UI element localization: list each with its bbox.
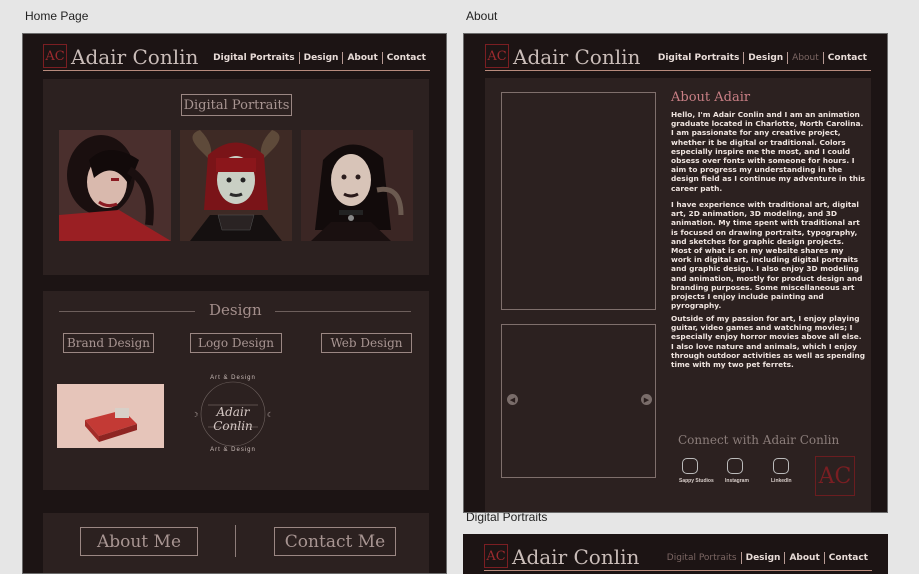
portraits-section: Digital Portraits	[43, 79, 429, 275]
portrait-thumbnail-3[interactable]	[301, 130, 413, 241]
linkedin-icon[interactable]	[773, 458, 789, 474]
logo-design-button[interactable]: Logo Design	[190, 333, 282, 353]
design-rule-left	[59, 311, 195, 312]
nav-contact[interactable]: Contact	[824, 53, 871, 63]
social-label-instagram: Instagram	[725, 478, 749, 484]
artboard-label-home: Home Page	[25, 9, 89, 23]
nav-about[interactable]: About	[785, 553, 823, 563]
header-divider	[484, 570, 872, 571]
logo-bottom-text: Art & Design	[210, 447, 256, 453]
home-page-frame[interactable]: AC Adair Conlin Digital Portraits Design…	[22, 33, 447, 574]
brand-name[interactable]: Adair Conlin	[71, 45, 198, 69]
cta-section: About Me Contact Me	[43, 513, 429, 573]
about-me-button[interactable]: About Me	[80, 527, 198, 556]
about-content: ◀ ▶ About Adair Hello, I'm Adair Conlin …	[485, 78, 871, 512]
portrait-thumbnail-2[interactable]	[180, 130, 292, 241]
connect-heading: Connect with Adair Conlin	[678, 433, 840, 447]
sappy-studios-icon[interactable]	[682, 458, 698, 474]
logo-top-text: Art & Design	[210, 375, 256, 381]
carousel-prev-icon[interactable]: ◀	[507, 394, 518, 405]
nav-about[interactable]: About	[343, 53, 381, 63]
design-section: Design Brand Design Logo Design Web Desi…	[43, 291, 429, 490]
about-page-frame[interactable]: AC Adair Conlin Digital Portraits Design…	[463, 33, 888, 513]
nav-design[interactable]: Design	[744, 53, 787, 63]
photo-carousel	[501, 324, 656, 478]
nav-contact[interactable]: Contact	[383, 53, 430, 63]
logo-icon[interactable]: AC	[484, 544, 508, 568]
cta-divider	[235, 525, 236, 557]
web-design-button[interactable]: Web Design	[321, 333, 412, 353]
about-header: AC Adair Conlin Digital Portraits Design…	[464, 34, 887, 76]
portrait-thumbnail-1[interactable]	[59, 130, 171, 241]
logo-name-line-1: Adair	[216, 405, 250, 419]
nav-design[interactable]: Design	[300, 53, 343, 63]
logo-icon[interactable]: AC	[485, 44, 509, 68]
signature-logo-icon: AC	[815, 456, 855, 496]
header-divider	[43, 70, 430, 71]
social-label-sappy: Sappy Studios	[679, 478, 714, 484]
logo-icon[interactable]: AC	[43, 44, 67, 68]
brand-name[interactable]: Adair Conlin	[513, 45, 640, 69]
nav-contact[interactable]: Contact	[825, 553, 872, 563]
logo-design-thumbnail[interactable]: ☽ ☾ Art & Design Adair Conlin Art & Desi…	[188, 369, 278, 459]
portraits-title[interactable]: Digital Portraits	[181, 94, 292, 116]
nav-digital-portraits[interactable]: Digital Portraits	[663, 553, 741, 563]
brand-design-button[interactable]: Brand Design	[63, 333, 154, 353]
logo-name-line-2: Conlin	[213, 419, 253, 433]
nav-design[interactable]: Design	[742, 553, 785, 563]
about-paragraph-2: I have experience with traditional art, …	[671, 200, 863, 311]
about-nav: Digital Portraits Design About Contact	[654, 52, 871, 64]
social-label-linkedin: LinkedIn	[771, 478, 792, 484]
design-rule-right	[275, 311, 411, 312]
brand-name[interactable]: Adair Conlin	[512, 545, 639, 569]
about-paragraph-3: Outside of my passion for art, I enjoy p…	[671, 314, 866, 370]
artboard-label-about: About	[466, 9, 498, 23]
contact-me-button[interactable]: Contact Me	[274, 527, 396, 556]
design-title: Design	[209, 301, 262, 319]
about-paragraph-1: Hello, I'm Adair Conlin and I am an anim…	[671, 110, 866, 193]
portraits-page-frame[interactable]: AC Adair Conlin Digital Portraits Design…	[463, 534, 888, 574]
nav-about[interactable]: About	[788, 53, 823, 63]
about-heading: About Adair	[671, 90, 751, 105]
home-header: AC Adair Conlin Digital Portraits Design…	[23, 34, 446, 76]
nav-digital-portraits[interactable]: Digital Portraits	[209, 53, 298, 63]
home-nav: Digital Portraits Design About Contact	[209, 52, 430, 64]
photo-placeholder-top	[501, 92, 656, 310]
carousel-next-icon[interactable]: ▶	[641, 394, 652, 405]
instagram-icon[interactable]	[727, 458, 743, 474]
portraits-nav: Digital Portraits Design About Contact	[663, 552, 872, 564]
brand-design-thumbnail[interactable]	[57, 384, 164, 448]
header-divider	[485, 70, 871, 71]
nav-digital-portraits[interactable]: Digital Portraits	[654, 53, 743, 63]
